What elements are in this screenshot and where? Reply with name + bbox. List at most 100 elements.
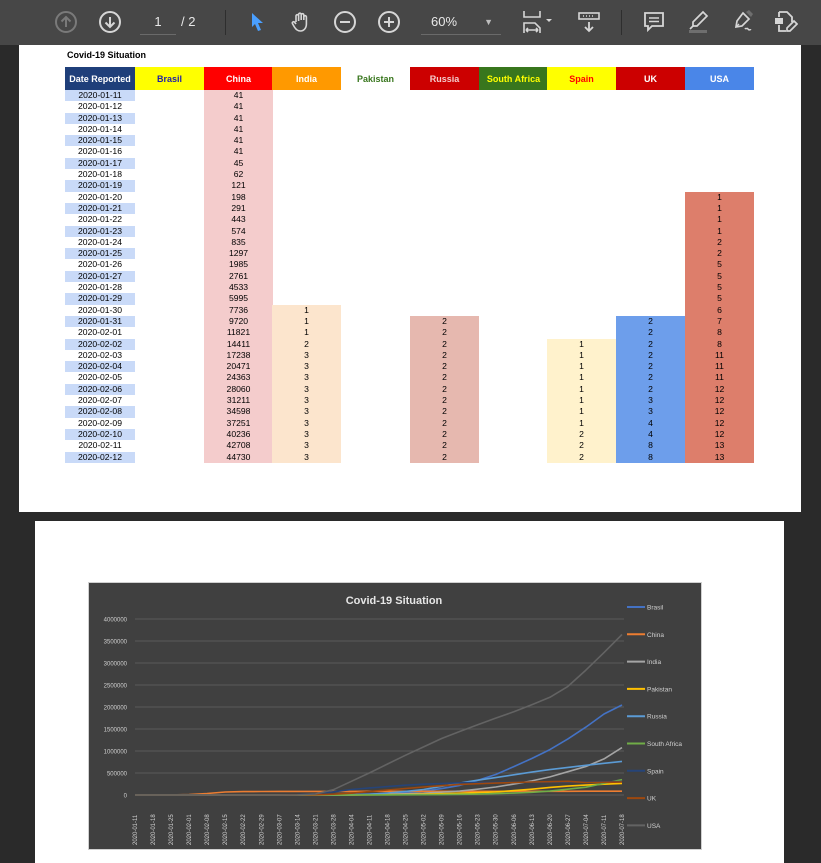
x-tick-label: 2020-03-21 <box>313 814 319 845</box>
cell-india: 3 <box>272 451 341 463</box>
cell-china: 7736 <box>204 304 273 316</box>
y-tick-label: 1500000 <box>104 728 128 734</box>
cell-date: 2020-01-14 <box>65 123 135 136</box>
cell-china: 62 <box>204 169 273 181</box>
cell-date: 2020-01-28 <box>65 282 135 294</box>
cell-russia: 2 <box>410 440 479 452</box>
x-tick-label: 2020-03-28 <box>331 814 337 845</box>
x-tick-label: 2020-04-18 <box>386 814 392 845</box>
cell-india: 3 <box>272 440 341 452</box>
legend-label: Russia <box>647 714 667 721</box>
cell-spain: 1 <box>547 383 616 396</box>
highlight-button[interactable] <box>684 8 712 36</box>
x-tick-label: 2020-07-04 <box>584 814 590 845</box>
legend-label: Pakistan <box>647 686 672 693</box>
previous-page-button[interactable] <box>52 8 80 36</box>
cell-india: 3 <box>272 361 341 373</box>
cell-china: 1985 <box>204 259 273 271</box>
column-header-uk: UK <box>616 67 685 90</box>
cell-india: 3 <box>272 395 341 407</box>
column-spain: 11111111222 <box>547 338 616 463</box>
fill-form-icon <box>775 11 798 32</box>
cell-spain: 1 <box>547 395 616 407</box>
column-header-date-reported: Date Reported <box>65 67 135 90</box>
cell-date: 2020-01-12 <box>65 101 135 113</box>
cell-usa: 12 <box>685 395 754 407</box>
hand-tool-button[interactable] <box>287 8 315 36</box>
select-tool-button[interactable] <box>246 8 270 36</box>
comment-button[interactable] <box>640 8 668 36</box>
cell-russia: 2 <box>410 338 479 350</box>
chart-title: Covid-19 Situation <box>346 595 443 607</box>
cell-usa: 7 <box>685 315 754 328</box>
fill-form-button[interactable] <box>771 8 799 36</box>
cell-date: 2020-01-11 <box>65 90 135 102</box>
cell-usa: 1 <box>685 191 754 203</box>
cell-date: 2020-02-04 <box>65 361 135 373</box>
cell-india: 3 <box>272 383 341 396</box>
cell-date: 2020-02-12 <box>65 451 135 463</box>
zoom-out-button[interactable] <box>331 8 359 36</box>
legend-label: India <box>647 659 661 666</box>
toolbar-divider <box>621 10 622 35</box>
cell-uk: 2 <box>616 327 685 339</box>
cell-date: 2020-01-23 <box>65 225 135 237</box>
column-header-pakistan: Pakistan <box>341 67 410 90</box>
cell-spain: 2 <box>547 428 616 441</box>
y-tick-label: 2000000 <box>104 706 128 712</box>
chevron-down-icon: ▼ <box>484 17 493 27</box>
cell-usa: 12 <box>685 428 754 441</box>
cell-spain: 1 <box>547 349 616 362</box>
cell-india: 1 <box>272 315 341 328</box>
fit-width-button[interactable] <box>519 8 557 36</box>
cell-usa: 1 <box>685 214 754 226</box>
x-tick-label: 2020-06-27 <box>566 814 572 845</box>
zoom-level-value: 60% <box>431 14 458 29</box>
x-tick-label: 2020-05-23 <box>476 814 482 845</box>
cell-india: 3 <box>272 372 341 384</box>
cell-usa: 13 <box>685 440 754 452</box>
next-page-button[interactable] <box>96 8 124 36</box>
zoom-level-select[interactable]: 60% ▼ <box>421 10 501 35</box>
x-tick-label: 2020-04-04 <box>349 814 355 845</box>
cell-date: 2020-02-07 <box>65 395 135 407</box>
cell-uk: 8 <box>616 440 685 452</box>
cell-uk: 2 <box>616 349 685 362</box>
cell-china: 41 <box>204 101 273 113</box>
hand-pan-icon <box>291 12 308 32</box>
x-tick-label: 2020-05-09 <box>440 814 446 845</box>
column-header-china: China <box>204 67 273 90</box>
cell-spain: 2 <box>547 451 616 463</box>
page-number-input[interactable]: 1 <box>140 10 176 35</box>
cell-china: 42708 <box>204 440 273 452</box>
cell-china: 41 <box>204 135 273 147</box>
cell-spain: 2 <box>547 440 616 452</box>
cell-usa: 12 <box>685 406 754 418</box>
x-tick-label: 2020-01-11 <box>133 814 139 845</box>
cell-russia: 2 <box>410 361 479 373</box>
highlight-icon <box>689 10 709 33</box>
column-china: 41 41 41 41 41 41 45 62 121 198 291 443 574 835 1297 19… <box>204 90 273 463</box>
cell-india: 3 <box>272 406 341 418</box>
cell-date: 2020-01-19 <box>65 180 135 192</box>
sign-button[interactable] <box>728 8 756 36</box>
cell-date: 2020-02-11 <box>65 440 135 452</box>
page-total-label: / 2 <box>181 14 196 29</box>
cell-date: 2020-01-15 <box>65 135 135 147</box>
cursor-select-icon <box>252 13 263 31</box>
cell-usa: 8 <box>685 327 754 339</box>
x-tick-label: 2020-06-13 <box>530 814 536 845</box>
arrow-down-circle-icon <box>99 11 121 33</box>
scroll-mode-button[interactable] <box>575 8 603 36</box>
cell-china: 31211 <box>204 395 273 407</box>
toolbar-divider <box>225 10 226 35</box>
zoom-in-button[interactable] <box>375 8 403 36</box>
cell-usa: 13 <box>685 451 754 463</box>
cell-usa: 5 <box>685 293 754 305</box>
column-header-india: India <box>272 67 341 90</box>
cell-russia: 2 <box>410 395 479 407</box>
cell-date: 2020-01-24 <box>65 236 135 249</box>
cell-date: 2020-02-03 <box>65 349 135 362</box>
cell-china: 198 <box>204 191 273 203</box>
column-date: 2020-01-11 2020-01-12 2020-01-13 2020-01-14… <box>65 90 135 463</box>
